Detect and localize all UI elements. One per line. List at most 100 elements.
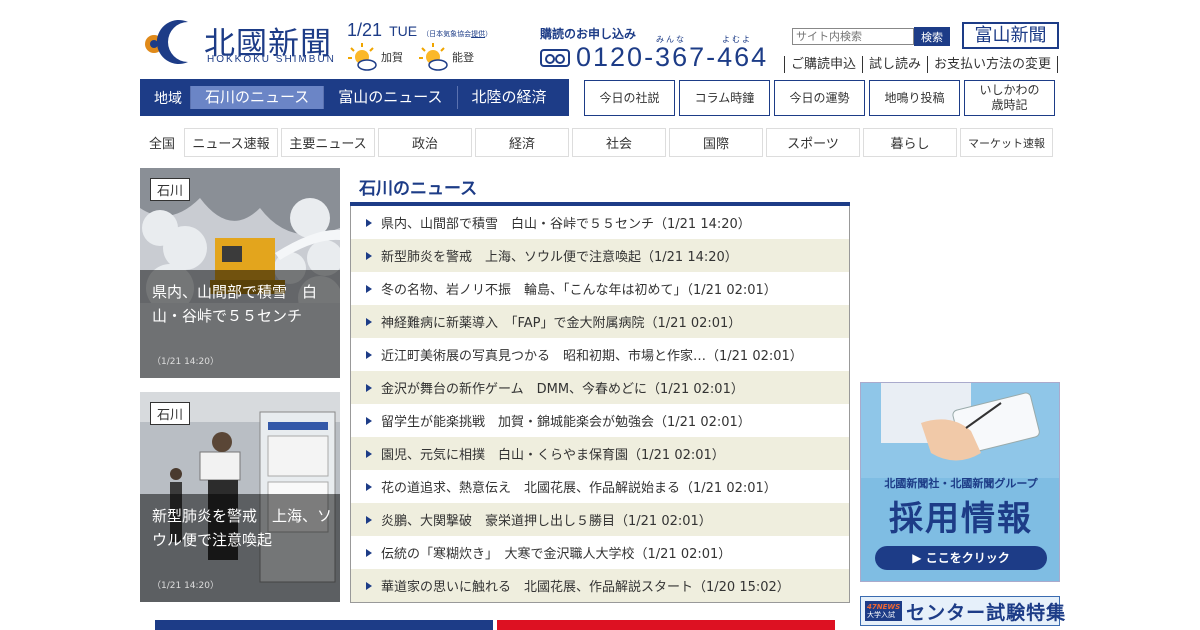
logo-text-en: HOKKOKU SHIMBUN — [207, 54, 336, 65]
arrow-right-icon — [366, 218, 372, 227]
cat-market[interactable]: マーケット速報 — [960, 128, 1053, 157]
arrow-right-icon — [366, 449, 372, 458]
news-link[interactable]: 新型肺炎を警戒 上海、ソウル便で注意喚起（1/21 14:20） — [381, 246, 738, 265]
list-item[interactable]: 金沢が舞台の新作ゲーム DMM、今春めどに（1/21 02:01） — [351, 371, 849, 404]
subscribe-heading: 購読のお申し込み — [540, 27, 637, 41]
region-nav-label: 地域 — [154, 90, 182, 107]
news-card[interactable]: 石川 県内、山間部で積雪 白山・谷峠で５５センチ （1/21 14:20） — [140, 168, 340, 378]
47news-badge: 47NEWS 大学入試 — [865, 601, 903, 621]
tab-ishikawa-news[interactable]: 石川のニュース — [190, 86, 324, 109]
tab-toyama-news[interactable]: 富山のニュース — [323, 86, 456, 109]
arrow-right-icon — [366, 548, 372, 557]
hand-tablet-illustration — [861, 383, 1059, 478]
news-link[interactable]: 園児、元気に相撲 白山・くらやま保育園（1/21 02:01） — [381, 444, 725, 463]
cat-international[interactable]: 国際 — [669, 128, 763, 157]
horoscope-button[interactable]: 今日の運勢 — [774, 80, 865, 116]
list-item[interactable]: 留学生が能楽挑戦 加賀・錦城能楽会が勉強会（1/21 02:01） — [351, 404, 849, 437]
link-payment[interactable]: お支払い方法の変更 — [927, 56, 1059, 73]
card-timestamp: （1/21 14:20） — [152, 581, 220, 591]
arrow-right-icon — [366, 416, 372, 425]
list-item[interactable]: 炎鵬、大関撃破 豪栄道押し出し５勝目（1/21 02:01） — [351, 503, 849, 536]
card-headline[interactable]: 新型肺炎を警戒 上海、ソウル便で注意喚起 — [152, 504, 334, 552]
news-link[interactable]: 金沢が舞台の新作ゲーム DMM、今春めどに（1/21 02:01） — [381, 378, 744, 397]
sun-cloud-icon — [348, 43, 377, 71]
link-trial[interactable]: 試し読み — [862, 56, 927, 73]
weather-place: 加賀 — [381, 51, 403, 64]
region-nav: 地域 石川のニュース 富山のニュース 北陸の経済 — [140, 79, 569, 116]
list-item[interactable]: 花の道追求、熱意伝え 北國花展、作品解説始まる（1/21 02:01） — [351, 470, 849, 503]
region-tag: 石川 — [150, 178, 191, 201]
region-tag: 石川 — [150, 402, 191, 425]
reader-post-button[interactable]: 地鳴り投稿 — [869, 80, 960, 116]
news-link[interactable]: 近江町美術展の写真見つかる 昭和初期、市場と作家…（1/21 02:01） — [381, 345, 803, 364]
news-section-title: 石川のニュース — [359, 179, 478, 199]
weekday-text: TUE — [389, 23, 418, 39]
category-nav: 全国 ニュース速報 主要ニュース 政治 経済 社会 国際 スポーツ 暮らし マー… — [140, 128, 1053, 157]
tab-hokuriku-economy[interactable]: 北陸の経済 — [456, 86, 561, 109]
site-logo[interactable]: 北國新聞 HOKKOKU SHIMBUN — [140, 16, 340, 66]
weather-credit-link[interactable]: 提供 — [471, 31, 485, 38]
arrow-right-icon — [366, 581, 372, 590]
news-link[interactable]: 華道家の思いに触れる 北國花展、作品解説スタート（1/20 15:02） — [381, 576, 790, 595]
list-item[interactable]: 新型肺炎を警戒 上海、ソウル便で注意喚起（1/21 14:20） — [351, 239, 849, 272]
cat-top-news[interactable]: 主要ニュース — [281, 128, 375, 157]
arrow-right-icon — [366, 515, 372, 524]
cat-economy[interactable]: 経済 — [475, 128, 569, 157]
weather-noto[interactable]: 能登 — [418, 42, 474, 72]
weather-place: 能登 — [452, 51, 474, 64]
cat-sports[interactable]: スポーツ — [766, 128, 860, 157]
cat-politics[interactable]: 政治 — [378, 128, 472, 157]
list-item[interactable]: 近江町美術展の写真見つかる 昭和初期、市場と作家…（1/21 02:01） — [351, 338, 849, 371]
weather-credit: （日本気象協会提供） — [422, 31, 493, 38]
bottom-banner-left[interactable] — [155, 620, 493, 630]
card-timestamp: （1/21 14:20） — [152, 357, 220, 367]
cat-living[interactable]: 暮らし — [863, 128, 957, 157]
news-link[interactable]: 伝統の「寒糊炊き」 大寒で金沢職人大学校（1/21 02:01） — [381, 543, 731, 562]
cat-society[interactable]: 社会 — [572, 128, 666, 157]
news-link[interactable]: 炎鵬、大関撃破 豪栄道押し出し５勝目（1/21 02:01） — [381, 510, 712, 529]
search-button[interactable]: 検索 — [914, 27, 950, 46]
list-item[interactable]: 園児、元気に相撲 白山・くらやま保育園（1/21 02:01） — [351, 437, 849, 470]
arrow-right-icon — [366, 284, 372, 293]
recruit-ad-button[interactable]: ▶ ここをクリック — [875, 546, 1047, 570]
cat-breaking-news[interactable]: ニュース速報 — [184, 128, 278, 157]
editorial-button[interactable]: 今日の社説 — [584, 80, 675, 116]
news-card[interactable]: 石川 新型肺炎を警戒 上海、ソウル便で注意喚起 （1/21 14:20） — [140, 392, 340, 602]
bottom-banner-right[interactable] — [497, 620, 835, 630]
card-headline[interactable]: 県内、山間部で積雪 白山・谷峠で５５センチ — [152, 280, 334, 328]
date-display: 1/21 TUE （日本気象協会提供） — [347, 20, 497, 41]
arrow-right-icon — [366, 251, 372, 260]
exam-special-banner[interactable]: 47NEWS 大学入試 センター試験特集 — [860, 596, 1065, 626]
toyama-shimbun-button[interactable]: 富山新聞 — [962, 22, 1059, 49]
arrow-right-icon — [366, 317, 372, 326]
ishikawa-calendar-button[interactable]: いしかわの 歳時記 — [964, 80, 1055, 116]
date-text: 1/21 — [347, 20, 383, 40]
news-link[interactable]: 冬の名物、岩ノリ不振 輪島、「こんな年は初めて」（1/21 02:01） — [381, 279, 777, 298]
site-search-input[interactable] — [792, 28, 914, 45]
link-subscribe[interactable]: ご購読申込 — [784, 56, 862, 73]
news-link[interactable]: 神経難病に新薬導入 「FAP」で金大附属病院（1/21 02:01） — [381, 312, 741, 331]
hokkoku-logo-icon — [145, 20, 188, 64]
arrow-right-icon — [366, 350, 372, 359]
arrow-right-icon — [366, 383, 372, 392]
recruit-ad-banner[interactable]: 北國新聞社・北國新聞グループ 採用情報 ▶ ここをクリック — [860, 382, 1060, 582]
weather-kaga[interactable]: 加賀 — [347, 42, 403, 72]
freedial-icon — [540, 48, 570, 67]
phone-number: 0120-367-464 — [576, 42, 769, 72]
category-nav-label: 全国 — [148, 137, 175, 152]
header-links: ご購読申込 試し読み お支払い方法の変更 — [784, 56, 1059, 73]
news-link[interactable]: 花の道追求、熱意伝え 北國花展、作品解説始まる（1/21 02:01） — [381, 477, 777, 496]
sun-cloud-icon — [419, 43, 448, 71]
list-item[interactable]: 神経難病に新薬導入 「FAP」で金大附属病院（1/21 02:01） — [351, 305, 849, 338]
list-item[interactable]: 華道家の思いに触れる 北國花展、作品解説スタート（1/20 15:02） — [351, 569, 849, 602]
list-item[interactable]: 県内、山間部で積雪 白山・谷峠で５５センチ（1/21 14:20） — [351, 206, 849, 239]
news-link[interactable]: 留学生が能楽挑戦 加賀・錦城能楽会が勉強会（1/21 02:01） — [381, 411, 751, 430]
list-item[interactable]: 伝統の「寒糊炊き」 大寒で金沢職人大学校（1/21 02:01） — [351, 536, 849, 569]
exam-banner-title: センター試験特集 — [906, 601, 1067, 624]
recruit-ad-subtitle: 北國新聞社・北國新聞グループ — [884, 477, 1038, 490]
list-item[interactable]: 冬の名物、岩ノリ不振 輪島、「こんな年は初めて」（1/21 02:01） — [351, 272, 849, 305]
column-jisho-button[interactable]: コラム時鐘 — [679, 80, 770, 116]
recruit-ad-title: 採用情報 — [889, 499, 1033, 539]
subscribe-phone[interactable]: 0120-367-464 — [540, 42, 768, 73]
news-link[interactable]: 県内、山間部で積雪 白山・谷峠で５５センチ（1/21 14:20） — [381, 213, 751, 232]
